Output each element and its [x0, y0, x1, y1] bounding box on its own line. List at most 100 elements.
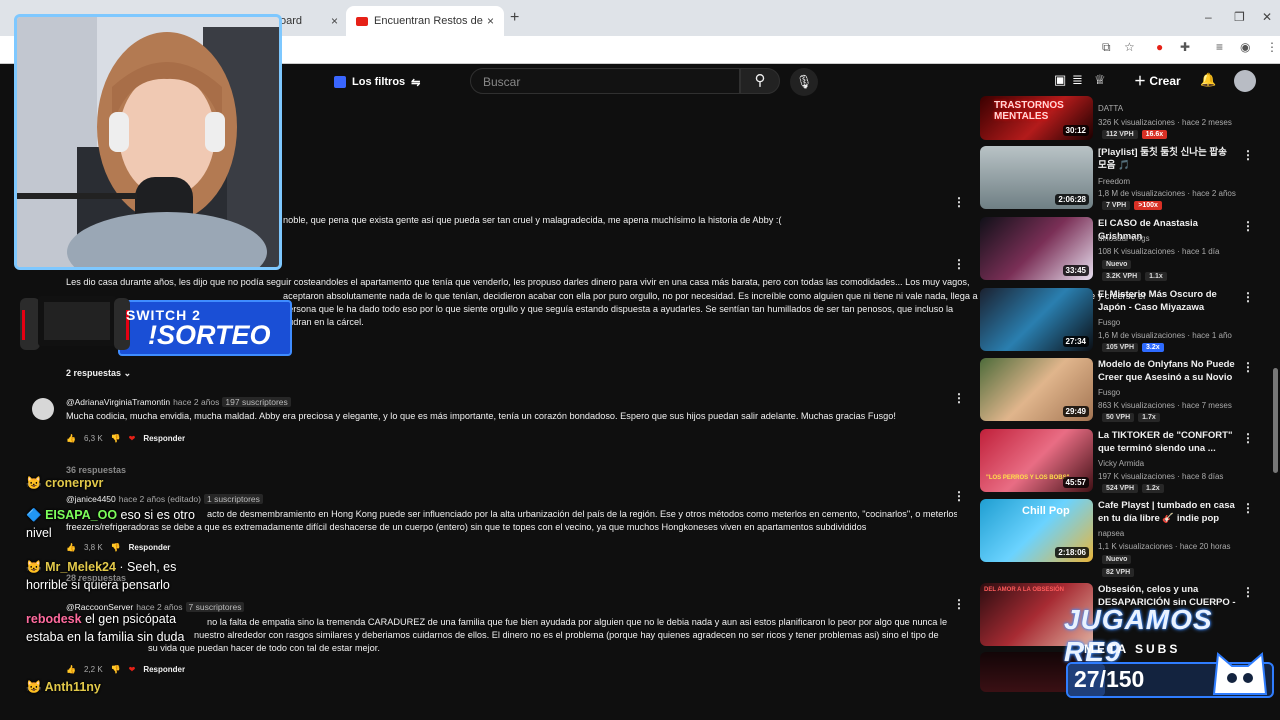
chat-message: 🔷 EISAPA_OO eso si es otro nivel: [26, 506, 206, 542]
chat-message: 😺 Mr_Melek24 · Seeh, es horrible si quie…: [26, 558, 206, 594]
like-icon[interactable]: 👍: [66, 434, 76, 443]
video-thumbnail[interactable]: TRASTORNOS MENTALES 30:12: [980, 96, 1093, 140]
trophy-icon[interactable]: ♕: [1094, 72, 1106, 88]
vph-badge: 50 VPH: [1102, 413, 1135, 422]
video-duration: 33:45: [1062, 265, 1089, 276]
recommended-video[interactable]: 33:45 El CASO de Anastasia Grishman dino…: [980, 217, 1254, 281]
extensions-puzzle-icon[interactable]: ✚: [1180, 40, 1190, 54]
scrollbar-thumb[interactable]: [1273, 368, 1278, 473]
dislike-icon[interactable]: 👎: [111, 434, 121, 443]
giveaway-title: !SORTEO: [148, 320, 271, 350]
avatar[interactable]: [32, 398, 54, 420]
video-duration: 30:12: [1062, 125, 1089, 136]
video-thumbnail[interactable]: 29:49: [980, 358, 1093, 421]
search-button[interactable]: ⚲: [740, 68, 780, 94]
view-count: 1,6 M de visualizaciones · hace 1 año: [1098, 331, 1232, 340]
video-menu-icon[interactable]: ⋮: [1242, 501, 1254, 515]
chat-message: 😺 Anth11ny: [26, 678, 101, 696]
comment-text: no la falta de empatia sino la tremenda …: [207, 617, 947, 627]
comment-text: Les dio casa durante años, les dijo que …: [66, 277, 970, 287]
video-duration: 2:18:06: [1055, 547, 1089, 558]
comment-author[interactable]: @AdrianaVirginiaTramontin: [66, 397, 170, 407]
video-thumbnail[interactable]: "LOS PERROS Y LOS BOBS" 45:57: [980, 429, 1093, 492]
multiplier-badge: 1.1x: [1145, 272, 1167, 281]
comment-menu-icon[interactable]: ⋮: [953, 196, 965, 208]
tab-video[interactable]: Encuentran Restos de una Influ ×: [346, 6, 504, 36]
video-menu-icon[interactable]: ⋮: [1242, 360, 1254, 374]
cast-icon[interactable]: ⧉: [1102, 40, 1111, 55]
close-tab-icon[interactable]: ×: [331, 14, 338, 28]
stats-badges: 524 VPH 1.2x: [1102, 484, 1164, 493]
video-title[interactable]: Modelo de Onlyfans No Puede Creer que As…: [1098, 358, 1238, 384]
window-close-icon[interactable]: ✕: [1262, 10, 1272, 24]
chat-username: Anth11ny: [44, 680, 101, 694]
recommended-video[interactable]: TRASTORNOS MENTALES 30:12 DATTA 326 K vi…: [980, 96, 1250, 140]
reading-list-icon[interactable]: ≡: [1216, 40, 1223, 54]
multiplier-badge: 1.7x: [1138, 413, 1160, 422]
account-avatar[interactable]: [1234, 70, 1256, 92]
minimize-icon[interactable]: –: [1205, 10, 1212, 24]
profile-icon[interactable]: ◉: [1240, 40, 1250, 54]
new-tab-button[interactable]: +: [510, 9, 519, 27]
view-count: 1,8 M de visualizaciones · hace 2 años: [1098, 189, 1236, 198]
video-title[interactable]: Cafe Playst | tumbado en casa en tu día …: [1098, 499, 1238, 525]
video-menu-icon[interactable]: ⋮: [1242, 431, 1254, 445]
close-tab-icon[interactable]: ×: [487, 14, 494, 28]
video-thumbnail[interactable]: Chill Pop 2:18:06: [980, 499, 1093, 562]
video-menu-icon[interactable]: ⋮: [1242, 290, 1254, 304]
recommended-video[interactable]: "LOS PERROS Y LOS BOBS" 45:57 La TIKTOKE…: [980, 429, 1254, 493]
channel-name[interactable]: Fusgo: [1098, 318, 1120, 327]
filters-button[interactable]: Los filtros ⇋: [334, 72, 420, 92]
view-count: 1,1 K visualizaciones · hace 20 horas: [1098, 542, 1231, 551]
recommended-video[interactable]: 29:49 Modelo de Onlyfans No Puede Creer …: [980, 358, 1254, 422]
extension-icon[interactable]: ▣: [1054, 72, 1066, 88]
video-duration: 29:49: [1062, 406, 1089, 417]
new-badge-row: Nuevo: [1102, 555, 1132, 564]
video-thumbnail[interactable]: 27:34: [980, 288, 1093, 351]
chat-badge-icon: 😺: [26, 680, 42, 694]
bookmark-star-icon[interactable]: ☆: [1124, 40, 1135, 54]
giveaway-banner: SWITCH 2 !SORTEO: [8, 290, 292, 360]
channel-name[interactable]: Freedom: [1098, 177, 1130, 186]
chat-badge-icon: 😺: [26, 476, 42, 490]
video-title[interactable]: El Misterio Más Oscuro de Japón - Caso M…: [1098, 288, 1238, 314]
comment-menu-icon[interactable]: ⋮: [953, 598, 965, 610]
list-icon[interactable]: ≣: [1072, 72, 1083, 88]
new-badge-row: Nuevo: [1102, 260, 1132, 269]
maximize-icon[interactable]: ❐: [1234, 10, 1245, 24]
video-title[interactable]: La TIKTOKER de "CONFORT" que terminó sie…: [1098, 429, 1238, 455]
voice-search-button[interactable]: 🎙: [790, 68, 818, 96]
comment-menu-icon[interactable]: ⋮: [953, 258, 965, 270]
vph-badge: 112 VPH: [1102, 130, 1138, 139]
create-label: Crear: [1149, 74, 1181, 88]
video-menu-icon[interactable]: ⋮: [1242, 585, 1254, 599]
replies-toggle[interactable]: 2 respuestas ⌄: [66, 368, 131, 379]
channel-name[interactable]: dinosaur vlogs: [1098, 234, 1150, 243]
video-thumbnail[interactable]: 2:06:28: [980, 146, 1093, 209]
notifications-bell-icon[interactable]: 🔔: [1200, 72, 1216, 88]
video-menu-icon[interactable]: ⋮: [1242, 148, 1254, 162]
reply-button[interactable]: Responder: [143, 434, 185, 443]
stats-badges: 82 VPH: [1102, 568, 1135, 577]
view-count: 108 K visualizaciones · hace 1 día: [1098, 247, 1220, 256]
recommended-video[interactable]: 2:06:28 [Playlist] 둠칫 둠칫 신나는 팝송 모음 🎵 Fre…: [980, 146, 1254, 210]
comment-menu-icon[interactable]: ⋮: [953, 392, 965, 404]
video-menu-icon[interactable]: ⋮: [1242, 219, 1254, 233]
search-input[interactable]: Buscar: [470, 68, 740, 94]
thumbnail-text: TRASTORNOS MENTALES: [994, 100, 1064, 122]
comment-text: pudran en la cárcel.: [283, 317, 364, 327]
extension-record-icon[interactable]: ●: [1156, 40, 1163, 54]
channel-name[interactable]: DATTA: [1098, 104, 1123, 113]
channel-name[interactable]: Fusgo: [1098, 388, 1120, 397]
browser-menu-icon[interactable]: ⋮: [1266, 40, 1278, 54]
vph-badge: 7 VPH: [1102, 201, 1131, 210]
channel-name[interactable]: napsea: [1098, 529, 1124, 538]
recommended-video[interactable]: 27:34 El Misterio Más Oscuro de Japón - …: [980, 288, 1254, 352]
create-button[interactable]: ＋ Crear: [1134, 72, 1181, 89]
video-thumbnail[interactable]: 33:45: [980, 217, 1093, 280]
channel-name[interactable]: Vicky Armida: [1098, 459, 1144, 468]
recommended-video[interactable]: Chill Pop 2:18:06 Cafe Playst | tumbado …: [980, 499, 1254, 577]
stats-badges: 112 VPH 16.6x: [1102, 130, 1168, 139]
video-title[interactable]: [Playlist] 둠칫 둠칫 신나는 팝송 모음 🎵: [1098, 146, 1238, 172]
comment-menu-icon[interactable]: ⋮: [953, 490, 965, 502]
